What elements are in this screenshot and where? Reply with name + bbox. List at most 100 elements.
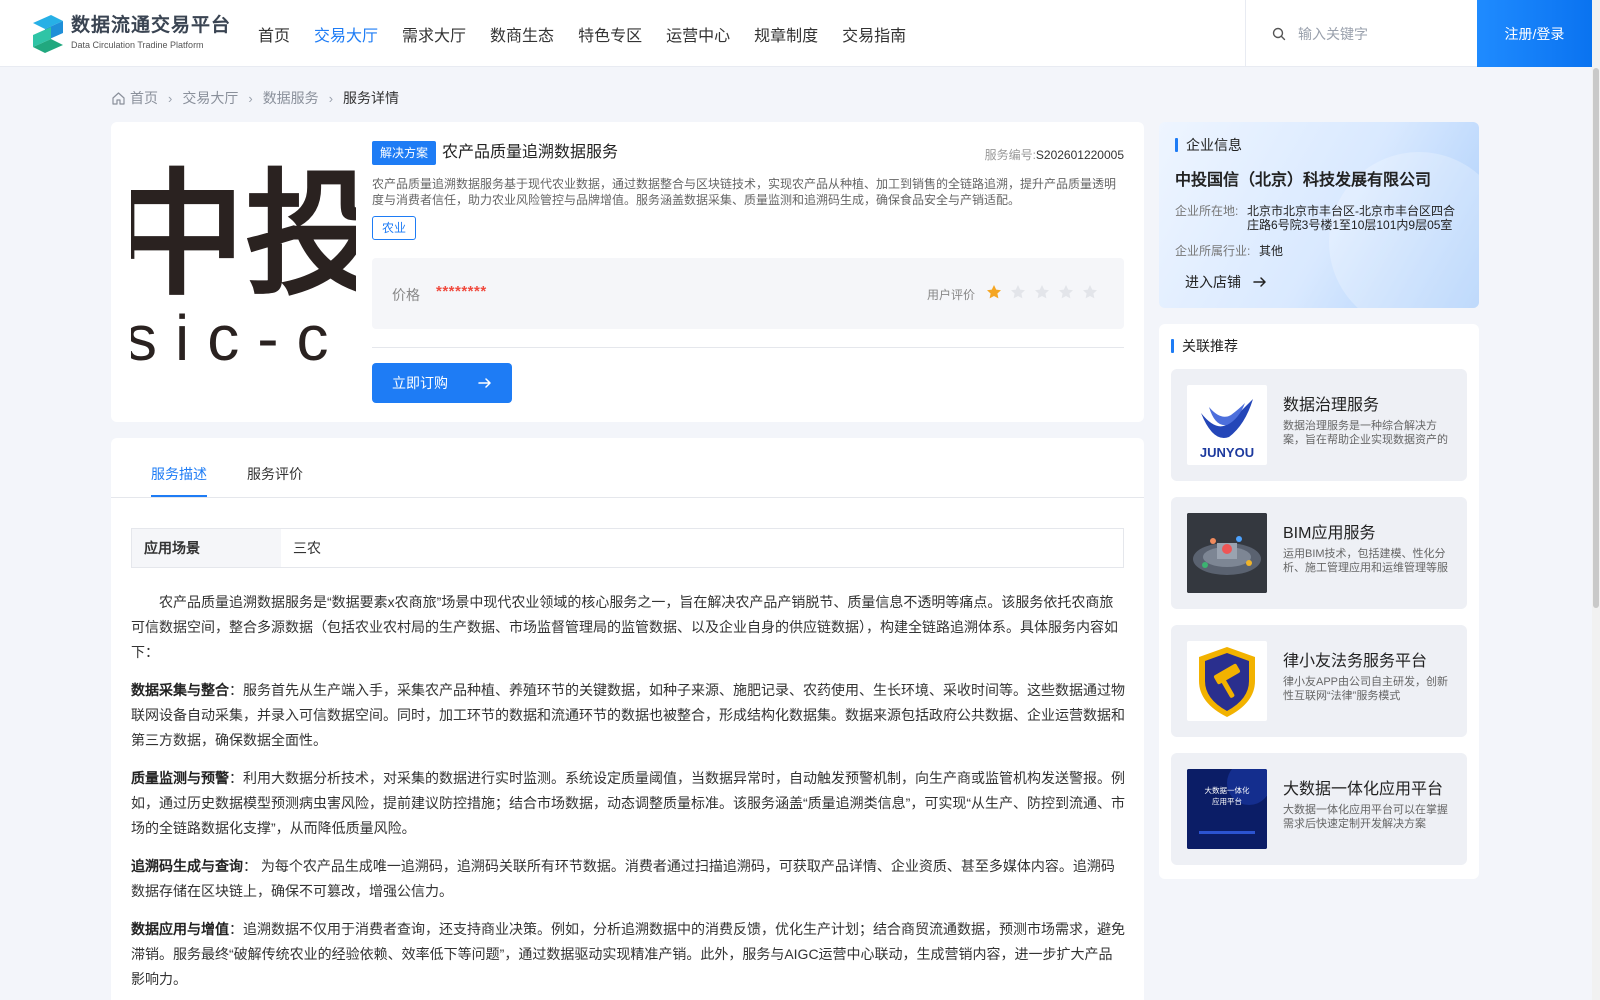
nav-item-demand-hall[interactable]: 需求大厅 — [402, 22, 466, 46]
service-detail-panel: 服务描述 服务评价 应用场景 三农 农产品质量追溯数据服务是“数据要素x农商旅”… — [111, 438, 1144, 1000]
service-number: 服务编号:S202601220005 — [985, 146, 1124, 163]
service-description-text: 农产品质量追溯数据服务是“数据要素x农商旅”场景中现代农业领域的核心服务之一，旨… — [131, 590, 1126, 1000]
related-section-title: 关联推荐 — [1171, 336, 1238, 356]
logo-title: 数据流通交易平台 — [71, 15, 232, 36]
related-item[interactable]: 律小友法务服务平台 律小友APP由公司自主研发，创新性互联网“法律”服务模式 — [1171, 625, 1467, 737]
star-icon[interactable] — [1058, 284, 1074, 300]
main-nav: 首页 交易大厅 需求大厅 数商生态 特色专区 运营中心 规章制度 交易指南 — [258, 0, 930, 67]
industry-tag: 农业 — [372, 216, 417, 240]
scene-label: 应用场景 — [132, 529, 281, 567]
search-box — [1245, 0, 1477, 67]
related-item[interactable]: JUNYOU 数据治理服务 数据治理服务是一种综合解决方案，旨在帮助企业实现数据… — [1171, 369, 1467, 481]
related-recommendations: 关联推荐 JUNYOU 数据治理服务 数据治理服务是一种综合解决方案，旨在帮助企… — [1159, 324, 1479, 879]
register-login-button[interactable]: 注册/登录 — [1477, 0, 1592, 67]
scrollbar-thumb[interactable] — [1593, 68, 1599, 608]
related-item-title: 大数据一体化应用平台 — [1283, 781, 1444, 798]
section-heading: 数据采集与整合 — [131, 682, 229, 698]
price-label: 价格 — [392, 287, 420, 303]
nav-item-featured-zone[interactable]: 特色专区 — [578, 22, 642, 46]
service-number-value: S202601220005 — [1035, 148, 1124, 162]
top-header: 数据流通交易平台 Data Circulation Tradine Platfo… — [0, 0, 1600, 67]
breadcrumb-home-label: 首页 — [130, 90, 158, 106]
section-text: 为每个农产品生成唯一追溯码，追溯码关联所有环节数据。消费者通过扫描追溯码，可获取… — [131, 858, 1115, 899]
related-item-title: BIM应用服务 — [1283, 525, 1376, 542]
company-info-card: 企业信息 中投国信（北京）科技发展有限公司 企业所在地: 北京市北京市丰台区-北… — [1159, 122, 1479, 308]
company-industry: 其他 — [1259, 244, 1284, 258]
price-value: ******** — [436, 283, 487, 300]
product-image: 中投 sic-c — [131, 144, 356, 369]
section-heading: 数据应用与增值 — [131, 921, 229, 937]
section-paragraph: 质量监测与预警：利用大数据分析技术，对采集的数据进行实时监测。系统设定质量阈值，… — [131, 770, 1125, 836]
price-panel: 价格 ******** 用户评价 — [372, 258, 1124, 329]
star-icon[interactable] — [986, 284, 1002, 300]
title-accent-bar — [1171, 339, 1174, 353]
related-item-thumbnail — [1187, 513, 1267, 593]
product-image-logo-text: 中投 — [131, 162, 356, 312]
enter-shop-label: 进入店铺 — [1185, 274, 1241, 290]
related-item-thumbnail: JUNYOU — [1187, 385, 1267, 465]
company-address: 北京市北京市丰台区-北京市丰台区四合庄路6号院3号楼1至10层101内9层05室 — [1247, 204, 1455, 232]
related-item[interactable]: BIM应用服务 运用BIM技术，包括建模、性化分析、施工管理应用和运维管理等服务 — [1171, 497, 1467, 609]
tab-service-description[interactable]: 服务描述 — [151, 464, 207, 484]
section-paragraph: 追溯码生成与查询： 为每个农产品生成唯一追溯码，追溯码关联所有环节数据。消费者通… — [131, 858, 1115, 899]
active-tab-indicator — [151, 495, 207, 497]
enter-shop-link[interactable]: 进入店铺 — [1185, 272, 1267, 292]
nav-item-operation-center[interactable]: 运营中心 — [666, 22, 730, 46]
related-item-title: 律小友法务服务平台 — [1283, 653, 1428, 670]
related-thumb-title: 大数据一体化 — [1205, 785, 1250, 795]
page-scrollbar[interactable] — [1592, 0, 1600, 1000]
nav-item-ecosystem[interactable]: 数商生态 — [490, 22, 554, 46]
arrow-right-icon — [1253, 277, 1266, 287]
product-title: 农产品质量追溯数据服务 — [442, 144, 619, 161]
arrow-right-icon — [478, 378, 491, 388]
rating-label: 用户评价 — [927, 288, 976, 302]
company-address-label: 企业所在地: — [1175, 204, 1239, 218]
section-text: 利用大数据分析技术，对采集的数据进行实时监测。系统设定质量阈值，当数据异常时，自… — [131, 770, 1125, 836]
breadcrumb-home[interactable]: 首页 — [111, 88, 158, 108]
tab-service-reviews[interactable]: 服务评价 — [247, 464, 303, 484]
chevron-right-icon: › — [168, 90, 173, 106]
nav-item-regulations[interactable]: 规章制度 — [754, 22, 818, 46]
chevron-right-icon: › — [328, 90, 334, 106]
intro-paragraph: 农产品质量追溯数据服务是“数据要素x农商旅”场景中现代农业领域的核心服务之一，旨… — [131, 594, 1118, 660]
company-address-row: 企业所在地: 北京市北京市丰台区-北京市丰台区四合庄路6号院3号楼1至10层10… — [1175, 204, 1459, 232]
star-icon[interactable] — [1034, 284, 1050, 300]
title-accent-bar — [1175, 138, 1178, 152]
related-thumb-subtitle: 应用平台 — [1212, 796, 1242, 806]
section-text: 追溯数据不仅用于消费者查询，还支持商业决策。例如，分析追溯数据中的消费反馈，优化… — [131, 921, 1125, 987]
company-name: 中投国信（北京）科技发展有限公司 — [1175, 172, 1432, 189]
product-description: 农产品质量追溯数据服务基于现代农业数据，通过数据整合与区块链技术，实现农产品从种… — [372, 177, 1117, 207]
application-scene-table: 应用场景 三农 — [131, 528, 1124, 568]
related-item-desc: 律小友APP由公司自主研发，创新性互联网“法律”服务模式 — [1283, 676, 1449, 702]
section-paragraph: 数据采集与整合：服务首先从生产端入手，采集农产品种植、养殖环节的关键数据，如种子… — [131, 682, 1125, 748]
solution-tag: 解决方案 — [372, 141, 437, 165]
site-logo[interactable]: 数据流通交易平台 Data Circulation Tradine Platfo… — [29, 13, 231, 53]
star-icon[interactable] — [1082, 284, 1098, 300]
star-icon[interactable] — [1010, 284, 1026, 300]
related-item[interactable]: 大数据一体化 应用平台 大数据一体化应用平台 大数据一体化应用平台可以在掌握需求… — [1171, 753, 1467, 865]
detail-tabs: 服务描述 服务评价 — [111, 438, 1144, 498]
related-item-thumbnail — [1187, 641, 1267, 721]
breadcrumb-current: 服务详情 — [343, 90, 400, 106]
nav-item-home[interactable]: 首页 — [258, 22, 290, 46]
nav-item-trading-guide[interactable]: 交易指南 — [842, 22, 906, 46]
breadcrumb: 首页 › 交易大厅 › 数据服务 › 服务详情 — [111, 88, 399, 108]
breadcrumb-trading-hall[interactable]: 交易大厅 — [182, 88, 238, 108]
order-now-label: 立即订购 — [392, 375, 448, 391]
breadcrumb-data-service[interactable]: 数据服务 — [263, 88, 319, 108]
rating-stars — [986, 284, 1106, 300]
scene-value: 三农 — [293, 540, 321, 556]
related-item-desc: 数据治理服务是一种综合解决方案，旨在帮助企业实现数据资产的有效管理 — [1283, 420, 1448, 446]
section-heading: 质量监测与预警 — [131, 770, 229, 786]
home-icon — [112, 91, 125, 105]
section-heading: 追溯码生成与查询 — [131, 858, 243, 874]
product-image-logo-subtext: sic-c — [131, 302, 347, 369]
chevron-right-icon: › — [248, 90, 253, 106]
section-paragraph: 数据应用与增值：追溯数据不仅用于消费者查询，还支持商业决策。例如，分析追溯数据中… — [131, 921, 1125, 987]
search-input[interactable] — [1298, 25, 1468, 42]
search-icon[interactable] — [1272, 27, 1286, 41]
company-industry-label: 企业所属行业: — [1175, 244, 1251, 258]
related-item-title: 数据治理服务 — [1283, 397, 1380, 414]
nav-item-trading-hall[interactable]: 交易大厅 — [314, 22, 378, 46]
order-now-button[interactable]: 立即订购 — [372, 363, 512, 403]
